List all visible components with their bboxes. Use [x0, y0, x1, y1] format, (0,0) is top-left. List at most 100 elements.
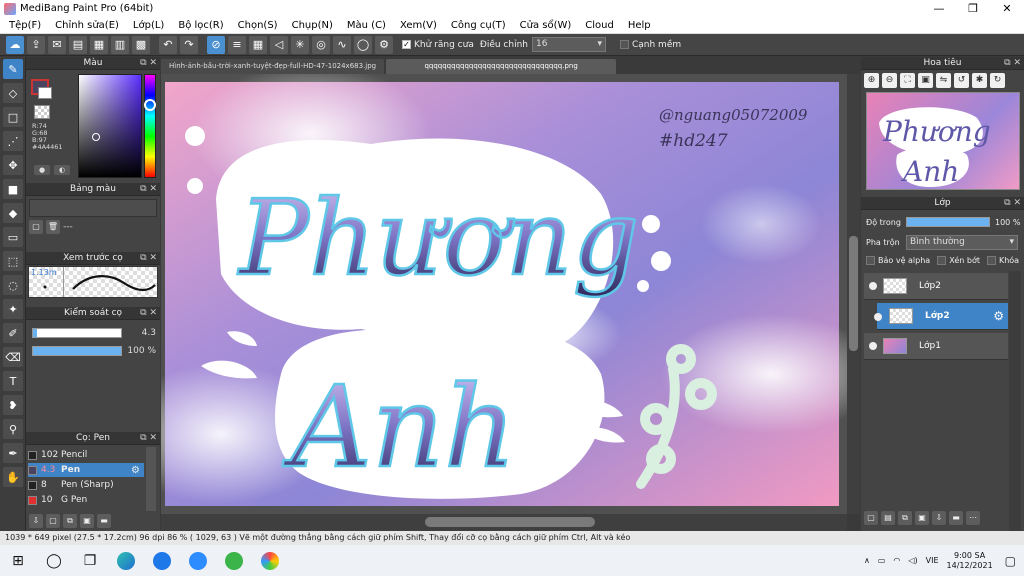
- redo-icon[interactable]: ↷: [180, 35, 198, 54]
- folder-icon[interactable]: ▬: [97, 514, 111, 528]
- circle-snap-icon[interactable]: ◎: [312, 35, 330, 54]
- menu-window[interactable]: Cửa sổ(W): [513, 20, 579, 31]
- panel-close-icon[interactable]: ⧉ ✕: [140, 307, 157, 320]
- panel-close-icon[interactable]: ⧉ ✕: [140, 183, 157, 196]
- gradient-tool-icon[interactable]: ▭: [3, 227, 23, 247]
- text-tool-icon[interactable]: T: [3, 371, 23, 391]
- menu-file[interactable]: Tệp(F): [2, 20, 48, 31]
- vanish-snap-icon[interactable]: ◁: [270, 35, 288, 54]
- tab-background-image[interactable]: Hình-ảnh-bầu-trời-xanh-tuyệt-đẹp-full-HD…: [161, 59, 385, 74]
- zoom-app-icon[interactable]: [186, 549, 210, 573]
- brush-opacity-slider[interactable]: [32, 346, 122, 356]
- protect-alpha-checkbox[interactable]: [866, 256, 875, 265]
- copy-brush-icon[interactable]: ⧉: [63, 514, 77, 528]
- brush-item[interactable]: 10 G Pen: [28, 493, 144, 507]
- minimize-button[interactable]: —: [922, 0, 956, 17]
- cloud-icon[interactable]: ☁: [6, 35, 24, 54]
- zoom-out-icon[interactable]: ⊖: [882, 73, 897, 88]
- eye-icon[interactable]: [874, 313, 882, 321]
- actual-size-icon[interactable]: ▣: [918, 73, 933, 88]
- eraser-tool-icon[interactable]: ◇: [3, 83, 23, 103]
- eyedropper-icon[interactable]: ⚲: [3, 419, 23, 439]
- menu-filter[interactable]: Bộ lọc(R): [171, 20, 230, 31]
- new-layer-icon[interactable]: ▢: [864, 511, 878, 525]
- brush-item[interactable]: 102 Pencil: [28, 448, 144, 462]
- undo-icon[interactable]: ↶: [159, 35, 177, 54]
- vertical-scroll-thumb[interactable]: [849, 236, 858, 351]
- parallel-snap-icon[interactable]: ≡: [228, 35, 246, 54]
- tray-chevron-icon[interactable]: ∧: [864, 556, 870, 565]
- vertical-scrollbar[interactable]: [847, 74, 860, 514]
- select-pen-icon[interactable]: ✐: [3, 323, 23, 343]
- delete-brush-icon[interactable]: ▣: [80, 514, 94, 528]
- magic-wand-icon[interactable]: ✦: [3, 299, 23, 319]
- medibang-icon[interactable]: [258, 549, 282, 573]
- network-icon[interactable]: ▭: [878, 556, 886, 565]
- eye-icon[interactable]: [869, 282, 877, 290]
- move-tool-icon[interactable]: ✥: [3, 155, 23, 175]
- volume-icon[interactable]: ◁): [908, 556, 917, 565]
- grid-icon[interactable]: ▩: [132, 35, 150, 54]
- rotate-right-icon[interactable]: ↻: [990, 73, 1005, 88]
- gear-icon[interactable]: ⚙: [993, 309, 1004, 323]
- cross-snap-icon[interactable]: ▦: [249, 35, 267, 54]
- lock-checkbox[interactable]: [986, 256, 996, 265]
- transparent-color-swatch[interactable]: [34, 105, 50, 119]
- new-halftone-layer-icon[interactable]: ▤: [881, 511, 895, 525]
- hand-tool-icon[interactable]: ✋: [3, 467, 23, 487]
- gear-icon[interactable]: ⚙: [131, 465, 140, 476]
- task-view-icon[interactable]: ❐: [78, 549, 102, 573]
- merge-down-icon[interactable]: ⇩: [932, 511, 946, 525]
- hue-slider[interactable]: [144, 74, 156, 178]
- panel-close-icon[interactable]: ⧉ ✕: [140, 432, 157, 445]
- layer-opacity-slider[interactable]: [906, 217, 990, 227]
- ellipse-snap-icon[interactable]: ◯: [354, 35, 372, 54]
- menu-capture[interactable]: Chụp(N): [285, 20, 340, 31]
- language-indicator[interactable]: VIE: [926, 556, 939, 565]
- horizontal-scroll-thumb[interactable]: [425, 517, 595, 527]
- radial-snap-icon[interactable]: ✳: [291, 35, 309, 54]
- menu-tools[interactable]: Công cụ(T): [444, 20, 513, 31]
- soft-edge-checkbox[interactable]: [619, 40, 629, 49]
- fit-icon[interactable]: ⛶: [900, 73, 915, 88]
- eye-icon[interactable]: [869, 342, 877, 350]
- menu-color[interactable]: Màu (C): [340, 20, 393, 31]
- background-color-swatch[interactable]: [38, 87, 52, 99]
- palette-area[interactable]: [29, 199, 157, 217]
- layer-row[interactable]: Lớp2: [864, 273, 1008, 300]
- artwork-canvas[interactable]: @nguang05072009 #hd247 Phương Anh: [111, 64, 881, 514]
- search-icon[interactable]: ◯: [42, 549, 66, 573]
- hue-cursor[interactable]: [144, 99, 156, 111]
- add-palette-icon[interactable]: ▢: [29, 220, 43, 234]
- antialias-checkbox[interactable]: ✓: [402, 40, 411, 49]
- horizontal-scrollbar[interactable]: [161, 514, 847, 531]
- antialias-toggle[interactable]: ✓ Khử răng cưa: [402, 40, 474, 50]
- brush-item[interactable]: 8 Pen (Sharp): [28, 478, 144, 492]
- menu-cloud[interactable]: Cloud: [578, 20, 621, 31]
- chat-icon[interactable]: ✉: [48, 35, 66, 54]
- copy-layer-icon[interactable]: ⧉: [898, 511, 912, 525]
- zoom-in-icon[interactable]: ⊕: [864, 73, 879, 88]
- navigator-thumbnail[interactable]: Phương Anh: [866, 92, 1020, 190]
- soft-edge-toggle[interactable]: Cạnh mềm: [619, 40, 681, 50]
- bucket-tool-icon[interactable]: ◆: [3, 203, 23, 223]
- windows-start-icon[interactable]: ⊞: [6, 549, 30, 573]
- sv-cursor[interactable]: [92, 133, 100, 141]
- color-picker-icon[interactable]: ◐: [54, 165, 70, 175]
- trash-icon[interactable]: 🗑: [46, 220, 60, 234]
- edge-browser-icon[interactable]: [114, 549, 138, 573]
- layer-folder-icon[interactable]: ▬: [949, 511, 963, 525]
- flip-icon[interactable]: ⇋: [936, 73, 951, 88]
- close-button[interactable]: ✕: [990, 0, 1024, 17]
- color-mode-icon[interactable]: ●: [34, 165, 50, 175]
- menu-edit[interactable]: Chỉnh sửa(E): [48, 20, 126, 31]
- fill-rect-tool-icon[interactable]: ■: [3, 179, 23, 199]
- panel-close-icon[interactable]: ⧉ ✕: [1004, 197, 1021, 210]
- layer-list-scrollbar[interactable]: [1009, 271, 1021, 531]
- tab-current-image[interactable]: qqqqqqqqqqqqqqqqqqqqqqqqqqqqqqq.png: [386, 59, 617, 74]
- brush-item-selected[interactable]: 4.3 Pen ⚙: [28, 463, 144, 477]
- canvas-area[interactable]: @nguang05072009 #hd247 Phương Anh: [111, 64, 881, 514]
- rect-tool-icon[interactable]: □: [3, 107, 23, 127]
- select-tool-icon[interactable]: ⬚: [3, 251, 23, 271]
- layer-menu-icon[interactable]: ⋯: [966, 511, 980, 525]
